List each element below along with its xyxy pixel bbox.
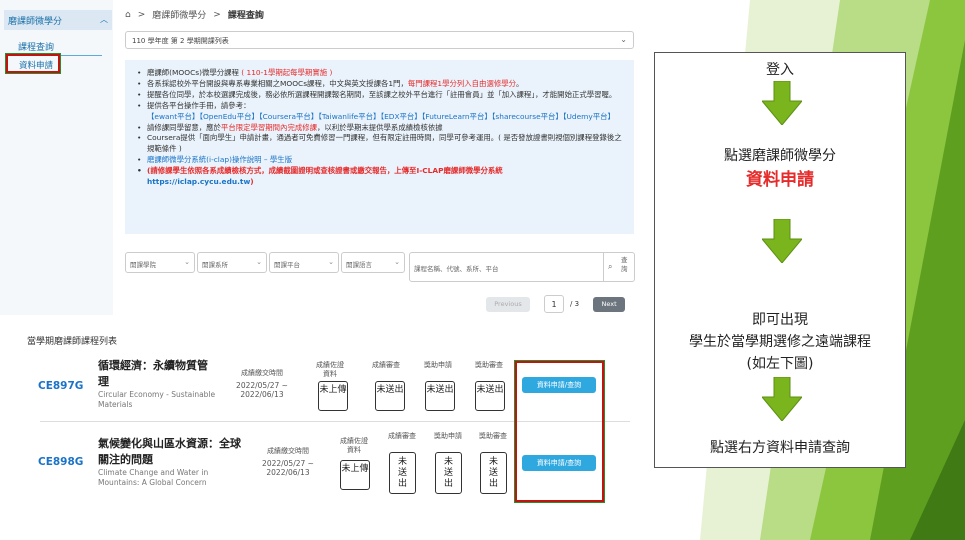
notice-item: 提醒各位同學，於本校選課完成後，務必依所選課程開課報名期間，至該課之校外平台進行…	[137, 90, 624, 101]
search-input[interactable]: 課程名稱、代號、系所、平台 ⌕ 查詢	[409, 252, 635, 282]
semester-select-value: 110 學年度 第 2 學期開課列表	[132, 37, 229, 45]
status-badge: 未上傳	[318, 381, 348, 411]
pagination: Previous 1 / 3 Next	[486, 295, 626, 313]
flow-step-highlight: 資料申請	[746, 170, 814, 190]
period-value: 2022/05/27 ~ 2022/06/13	[236, 381, 288, 399]
column-label: 成績審查	[372, 361, 400, 369]
page-number-input[interactable]: 1	[544, 295, 564, 313]
search-icon[interactable]: ⌕	[608, 262, 612, 272]
period-label: 成績繳交時間	[267, 447, 309, 455]
notice-item: Coursera提供「面向學生」申請計畫，通過者可免費修習一門課程，但有限定註冊…	[137, 133, 624, 155]
column-label: 獎助申請	[434, 432, 462, 440]
status-badge: 未送出	[425, 381, 455, 411]
period-value: 2022/05/27 ~ 2022/06/13	[262, 459, 314, 477]
status-badge: 未送出	[475, 381, 505, 411]
divider	[603, 253, 604, 281]
language-select[interactable]: 開課語言 ⌄	[341, 252, 405, 273]
notice-item: 各系採認校外平台開設與專系專業相關之MOOCs課程，中文與英文授課各1門，每門課…	[137, 79, 624, 90]
data-apply-query-button[interactable]: 資料申請/查詢	[522, 455, 596, 471]
column-label: 獎助審查	[479, 432, 507, 440]
sidebar-header-label: 磨課師微學分	[8, 17, 63, 27]
platform-manual-links[interactable]: 【ewant平台】【OpenEdu平台】【Coursera平台】【Taiwanl…	[147, 112, 615, 121]
notice-item: (請修課學生依照各系成績檢核方式，成績截圖證明或查核證書或繳交報告，上傳至I-C…	[137, 166, 624, 188]
column-label: 獎助申請	[424, 361, 452, 369]
flow-step-result: 即可出現	[752, 312, 808, 328]
sidebar-item-course-search[interactable]: 課程查詢	[18, 40, 54, 53]
arrow-down-icon	[762, 377, 802, 421]
status-badge: 未送出	[435, 452, 462, 494]
breadcrumb: ⌂ > 磨課師微學分 > 課程查詢	[125, 8, 264, 22]
sidebar	[0, 0, 113, 315]
flow-step-result: (如左下圖)	[746, 356, 814, 372]
notice-item: 提供各平台操作手冊，請參考：【ewant平台】【OpenEdu平台】【Cours…	[137, 101, 624, 123]
course-name: 氣候變化與山區水資源：全球關注的問題 Climate Change and Wa…	[98, 437, 241, 487]
previous-button[interactable]: Previous	[486, 296, 530, 312]
notice-item: 磨課師(MOOCs)微學分課程 ( 110-1學期起每學期實施 )	[137, 68, 624, 79]
notice-panel: 磨課師(MOOCs)微學分課程 ( 110-1學期起每學期實施 ) 各系採認校外…	[125, 60, 634, 234]
status-badge: 未送出	[375, 381, 405, 411]
column-label: 成績佐證資料	[316, 361, 344, 378]
status-badge: 未送出	[480, 452, 507, 494]
breadcrumb-current: 課程查詢	[227, 11, 264, 21]
column-label: 成績審查	[388, 432, 416, 440]
breadcrumb-item[interactable]: 磨課師微學分	[152, 8, 206, 21]
course-name: 循環經濟：永續物質管理 Circular Economy - Sustainab…	[98, 359, 216, 409]
iclap-link[interactable]: https://iclap.cycu.edu.tw	[147, 177, 250, 186]
sidebar-section-header[interactable]: 磨課師微學分 ︿	[4, 10, 112, 30]
instruction-flow-panel: 登入 點選磨課師微學分 資料申請 即可出現 學生於當學期選修之遠端課程 (如左下…	[654, 52, 906, 468]
flow-step-select: 點選磨課師微學分	[724, 148, 836, 164]
period-label: 成績繳交時間	[241, 369, 283, 377]
page-total: / 3	[570, 300, 580, 308]
search-placeholder: 課程名稱、代號、系所、平台	[414, 265, 499, 273]
course-code: CE897G	[38, 380, 84, 392]
course-code: CE898G	[38, 456, 84, 468]
notice-item: 請修課同學留意，應於平台限定學習期間內完成修課，以利於學期末提供學系成績檢核依據	[137, 123, 624, 134]
arrow-down-icon	[762, 219, 802, 263]
chevron-down-icon: ⌄	[328, 258, 334, 266]
flow-step-login: 登入	[766, 62, 794, 78]
platform-select[interactable]: 開課平台 ⌄	[269, 252, 339, 273]
chevron-down-icon: ⌄	[394, 258, 400, 266]
next-button[interactable]: Next	[593, 296, 626, 312]
semester-select[interactable]: 110 學年度 第 2 學期開課列表 ⌄	[125, 31, 634, 49]
flow-step-click: 點選右方資料申請查詢	[710, 440, 850, 456]
chevron-down-icon: ⌄	[184, 258, 190, 266]
chevron-down-icon: ⌄	[256, 258, 262, 266]
course-list-title: 當學期磨課師課程列表	[27, 337, 118, 347]
dept-select[interactable]: 開課系所 ⌄	[197, 252, 267, 273]
chevron-up-icon: ︿	[100, 15, 108, 24]
flow-step-result: 學生於當學期選修之遠端課程	[689, 334, 871, 350]
column-label: 獎助審查	[475, 361, 503, 369]
status-badge: 未上傳	[340, 460, 370, 490]
status-badge: 未送出	[389, 452, 416, 494]
sidebar-item-data-apply[interactable]: 資料申請	[19, 59, 53, 71]
notice-item: 磨課師微學分系統(i-clap)操作說明 – 學生版	[137, 155, 624, 166]
school-select[interactable]: 開課學院 ⌄	[125, 252, 195, 273]
search-button[interactable]: 查詢	[621, 256, 629, 274]
data-apply-query-button[interactable]: 資料申請/查詢	[522, 377, 596, 393]
chevron-down-icon: ⌄	[620, 35, 627, 44]
column-label: 成績佐證資料	[340, 437, 368, 454]
iclap-guide-link[interactable]: 磨課師微學分系統(i-clap)操作說明 – 學生版	[147, 155, 292, 164]
arrow-down-icon	[762, 81, 802, 125]
home-icon[interactable]: ⌂	[125, 10, 131, 20]
